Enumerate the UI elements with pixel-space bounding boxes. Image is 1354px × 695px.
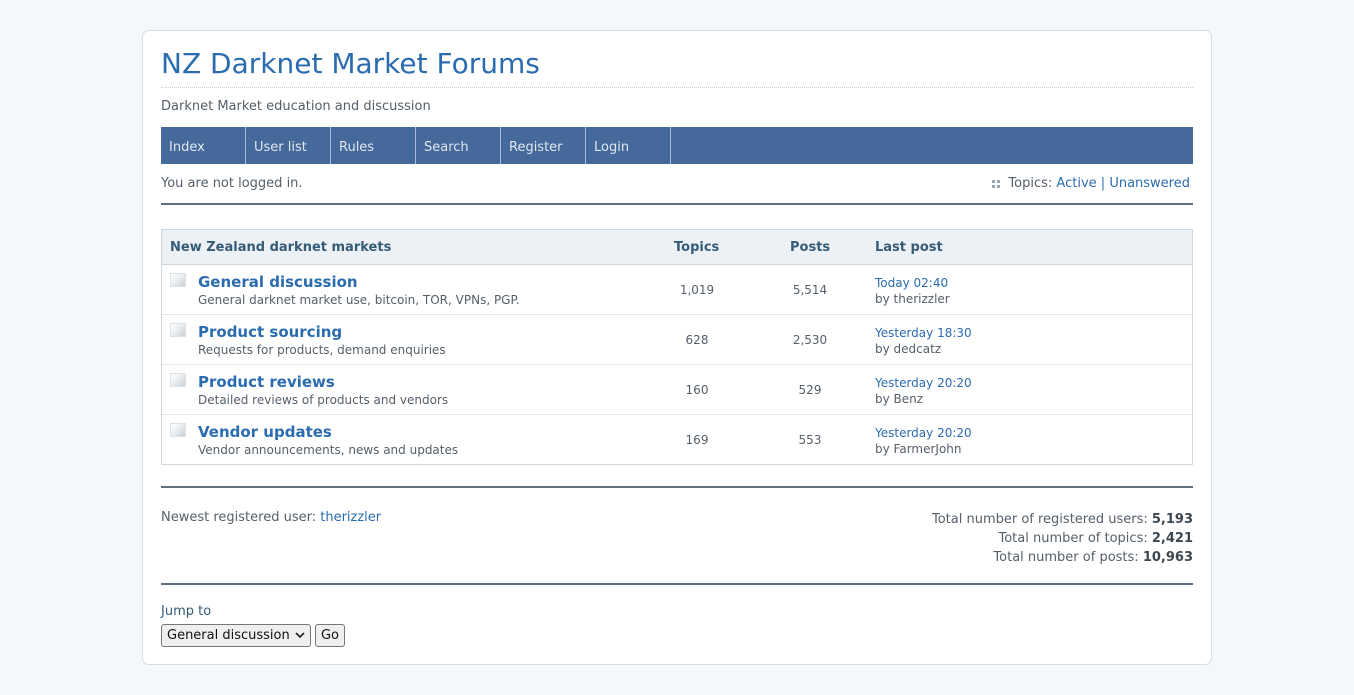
nav-item-login[interactable]: Login [586,127,671,164]
last-post-author: by therizzler [875,292,950,306]
table-header: New Zealand darknet markets Topics Posts… [162,230,1192,265]
forum-topics-count: 628 [685,333,709,347]
newest-user-label: Newest registered user: [161,510,317,525]
last-post-author: by Benz [875,392,924,406]
bullet-icon [992,180,1001,189]
forum-table: New Zealand darknet markets Topics Posts… [161,229,1193,465]
forum-read-icon [170,423,186,437]
forum-topics-count: 160 [685,383,709,397]
forum-row: Vendor updates Vendor announcements, new… [162,415,1192,464]
topics-label: Topics: [1008,176,1053,191]
site-title[interactable]: NZ Darknet Market Forums [161,45,1193,88]
topics-total-value: 2,421 [1151,531,1193,546]
forum-read-icon [170,273,186,287]
forum-description: Detailed reviews of products and vendors [198,393,449,407]
last-post-author: by dedcatz [875,342,942,356]
jump-to-select[interactable]: General discussion [161,624,311,647]
forum-link[interactable]: General discussion [198,273,358,291]
newest-user-link[interactable]: therizzler [320,510,381,525]
forum-container: NZ Darknet Market Forums Darknet Market … [142,30,1212,665]
forum-read-icon [170,373,186,387]
posts-total-value: 10,963 [1142,550,1193,565]
forum-topics-count: 169 [685,433,709,447]
forum-link[interactable]: Vendor updates [198,423,332,441]
board-stats: Total number of registered users: 5,193 … [932,510,1193,567]
posts-total-label: Total number of posts: [993,550,1139,565]
nav-item-register[interactable]: Register [501,127,586,164]
forum-posts-count: 2,530 [792,333,828,347]
forum-posts-count: 529 [798,383,822,397]
topics-total-label: Total number of topics: [998,531,1148,546]
jump-to-label: Jump to [161,604,212,619]
go-button[interactable]: Go [315,624,345,647]
jump-to-selected: General discussion [167,628,290,643]
last-post-link[interactable]: Today 02:40 [875,276,948,290]
category-title: New Zealand darknet markets [170,240,392,255]
col-topics-header: Topics [674,240,720,255]
last-post-author: by FarmerJohn [875,442,962,456]
forum-link[interactable]: Product sourcing [198,323,342,341]
users-total-label: Total number of registered users: [931,512,1148,527]
nav-item-index[interactable]: Index [161,127,246,164]
forum-read-icon [170,323,186,337]
divider [161,486,1193,488]
last-post-link[interactable]: Yesterday 18:30 [875,326,972,340]
nav-item-rules[interactable]: Rules [331,127,416,164]
forum-row: Product sourcing Requests for products, … [162,315,1192,365]
unanswered-topics-link[interactable]: Unanswered [1109,176,1190,191]
chevron-down-icon [295,632,305,639]
nav-item-user-list[interactable]: User list [246,127,331,164]
topics-links: Topics: Active | Unanswered [992,176,1190,191]
users-total-value: 5,193 [1151,512,1193,527]
forum-link[interactable]: Product reviews [198,373,335,391]
forum-row: General discussion General darknet marke… [162,265,1192,315]
forum-description: General darknet market use, bitcoin, TOR… [198,293,520,307]
main-navbar: Index User list Rules Search Register Lo… [161,127,1193,164]
nav-item-search[interactable]: Search [416,127,501,164]
col-last-post-header: Last post [875,240,943,255]
forum-row: Product reviews Detailed reviews of prod… [162,365,1192,415]
forum-topics-count: 1,019 [679,283,715,297]
col-posts-header: Posts [790,240,831,255]
topics-separator: | [1100,176,1106,191]
active-topics-link[interactable]: Active [1056,176,1096,191]
divider [161,203,1193,205]
last-post-link[interactable]: Yesterday 20:20 [875,376,972,390]
forum-description: Vendor announcements, news and updates [198,443,459,457]
login-status: You are not logged in. [161,176,303,191]
site-description: Darknet Market education and discussion [161,99,431,114]
forum-description: Requests for products, demand enquiries [198,343,446,357]
divider [161,583,1193,585]
forum-posts-count: 553 [798,433,822,447]
newest-user-info: Newest registered user: therizzler [161,510,381,525]
forum-posts-count: 5,514 [792,283,828,297]
last-post-link[interactable]: Yesterday 20:20 [875,426,972,440]
